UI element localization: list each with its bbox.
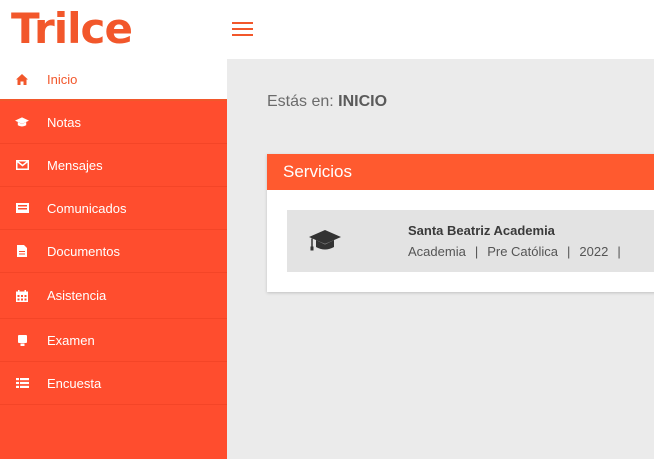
breadcrumb-prefix: Estás en:: [267, 93, 334, 110]
sidebar-item-documentos[interactable]: Documentos: [0, 230, 227, 273]
home-icon: [15, 72, 29, 86]
envelope-icon: [15, 158, 29, 172]
menu-toggle-icon[interactable]: [232, 22, 253, 36]
sidebar: Inicio Notas Mensajes Comunicados Docume…: [0, 59, 227, 459]
sidebar-item-encuesta[interactable]: Encuesta: [0, 362, 227, 405]
sidebar-item-label: Encuesta: [47, 375, 102, 391]
sidebar-item-label: Asistencia: [47, 288, 107, 303]
services-panel: Servicios Santa Beatriz Academia Academi…: [267, 154, 654, 292]
document-icon: [15, 244, 29, 258]
sidebar-item-inicio[interactable]: Inicio: [0, 59, 227, 101]
sidebar-item-label: Notas: [47, 114, 81, 130]
sidebar-item-label: Mensajes: [47, 157, 103, 173]
breadcrumb-current: INICIO: [338, 93, 388, 110]
service-type: Academia: [408, 244, 466, 259]
separator: |: [617, 244, 621, 259]
list-icon: [15, 376, 29, 390]
service-card[interactable]: Santa Beatriz Academia Academia | Pre Cató…: [287, 210, 654, 272]
sidebar-item-label: Documentos: [47, 243, 120, 259]
separator: |: [567, 244, 571, 259]
sidebar-item-asistencia[interactable]: Asistencia: [0, 273, 227, 319]
exam-icon: [15, 333, 29, 347]
service-year: 2022: [579, 244, 609, 259]
sidebar-item-label: Examen: [47, 332, 95, 348]
breadcrumb: Estás en: INICIO: [267, 93, 387, 111]
sidebar-item-notas[interactable]: Notas: [0, 101, 227, 144]
sidebar-item-comunicados[interactable]: Comunicados: [0, 187, 227, 230]
separator: |: [474, 244, 479, 259]
sidebar-item-mensajes[interactable]: Mensajes: [0, 144, 227, 187]
main-content: Estás en: INICIO Servicios Santa Beatriz…: [227, 59, 654, 459]
graduation-cap-icon: [307, 227, 343, 255]
sidebar-item-label: Comunicados: [47, 200, 127, 216]
service-program: Pre Católica: [487, 244, 559, 259]
sidebar-item-examen[interactable]: Examen: [0, 319, 227, 362]
graduation-cap-icon: [15, 115, 29, 129]
calendar-icon: [15, 289, 29, 303]
top-bar: Trilce: [0, 0, 654, 59]
service-name: Santa Beatriz Academia: [408, 223, 555, 238]
sidebar-item-label: Inicio: [47, 71, 78, 87]
service-meta: Academia | Pre Católica | 2022 |: [408, 244, 630, 259]
trilce-logo[interactable]: Trilce: [11, 3, 133, 55]
newspaper-icon: [15, 201, 29, 215]
panel-title: Servicios: [267, 154, 654, 190]
